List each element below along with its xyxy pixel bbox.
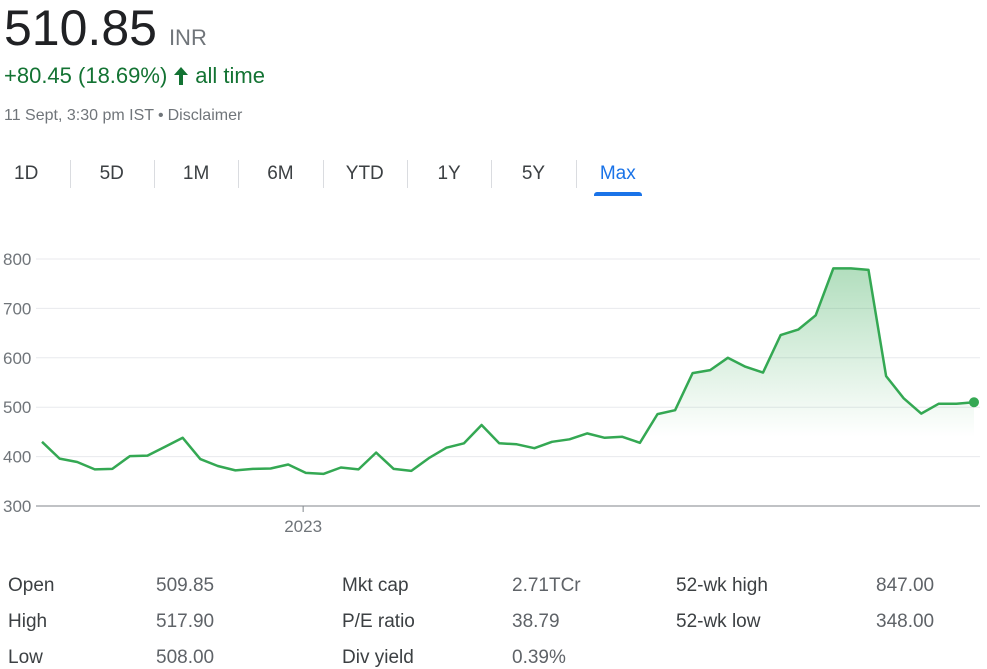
quote-meta: 11 Sept, 3:30 pm IST • Disclaimer [4, 107, 242, 125]
y-tick-label: 700 [3, 299, 31, 318]
stat-open-label: Open [8, 575, 55, 596]
range-tabs: 1D 5D 1M 6M YTD 1Y 5Y Max [0, 156, 660, 196]
stat-high-value: 517.90 [156, 611, 215, 632]
stat-pe: P/E ratio 38.79 [342, 611, 560, 633]
stat-52wk-high-label: 52-wk high [676, 575, 768, 596]
chart-axes: 300 400 500 600 700 800 2023 [3, 250, 322, 536]
arrow-up-icon [174, 67, 189, 85]
price-header: 510.85 INR [4, 2, 207, 54]
stat-52wk-high-value: 847.00 [876, 575, 935, 596]
meta-separator: • [158, 107, 164, 124]
y-tick-label: 800 [3, 250, 31, 269]
tab-1m[interactable]: 1M [153, 156, 238, 196]
stat-pe-label: P/E ratio [342, 611, 415, 632]
stat-mktcap-label: Mkt cap [342, 575, 409, 596]
tab-1d[interactable]: 1D [0, 156, 70, 196]
change-value: +80.45 (18.69%) [4, 63, 168, 88]
currency-label: INR [168, 25, 207, 50]
y-tick-label: 400 [3, 448, 31, 467]
x-tick-label: 2023 [284, 517, 322, 536]
stat-52wk-low-label: 52-wk low [676, 611, 761, 632]
stat-52wk-low-value: 348.00 [876, 611, 935, 632]
stat-low-value: 508.00 [156, 647, 215, 668]
stat-high-label: High [8, 611, 48, 632]
quote-timestamp: 11 Sept, 3:30 pm IST [4, 107, 155, 124]
stat-pe-value: 38.79 [512, 611, 560, 632]
last-point-marker [969, 397, 979, 408]
y-tick-label: 300 [3, 497, 31, 516]
y-tick-label: 600 [3, 349, 31, 368]
tab-1y[interactable]: 1Y [406, 156, 491, 196]
active-tab-indicator [593, 192, 642, 196]
tab-6m[interactable]: 6M [238, 156, 322, 196]
change-period: all time [195, 63, 265, 88]
stat-low: Low 508.00 [8, 647, 214, 669]
y-tick-label: 500 [3, 398, 31, 417]
stat-open: Open 509.85 [8, 575, 214, 597]
price-change: +80.45 (18.69%) all time [4, 63, 265, 89]
stat-52wk-low: 52-wk low 348.00 [676, 611, 934, 633]
stat-div: Div yield 0.39% [342, 647, 566, 669]
stat-mktcap-value: 2.71TCr [512, 575, 581, 596]
tab-5y[interactable]: 5Y [491, 156, 575, 196]
stat-open-value: 509.85 [156, 575, 215, 596]
price-chart[interactable]: 300 400 500 600 700 800 2023 [0, 232, 987, 542]
tab-5d[interactable]: 5D [69, 156, 154, 196]
stat-mktcap: Mkt cap 2.71TCr [342, 575, 581, 597]
stat-div-label: Div yield [342, 647, 414, 668]
stat-high: High 517.90 [8, 611, 214, 633]
disclaimer-link[interactable]: Disclaimer [168, 107, 243, 125]
current-price: 510.85 [4, 0, 157, 56]
chart-area-fill [42, 268, 974, 437]
tab-ytd[interactable]: YTD [322, 156, 407, 196]
stat-low-label: Low [8, 647, 43, 668]
tab-max[interactable]: Max [575, 156, 660, 196]
chart-points [969, 397, 979, 408]
stat-52wk-high: 52-wk high 847.00 [676, 575, 934, 597]
stat-div-value: 0.39% [512, 647, 566, 668]
